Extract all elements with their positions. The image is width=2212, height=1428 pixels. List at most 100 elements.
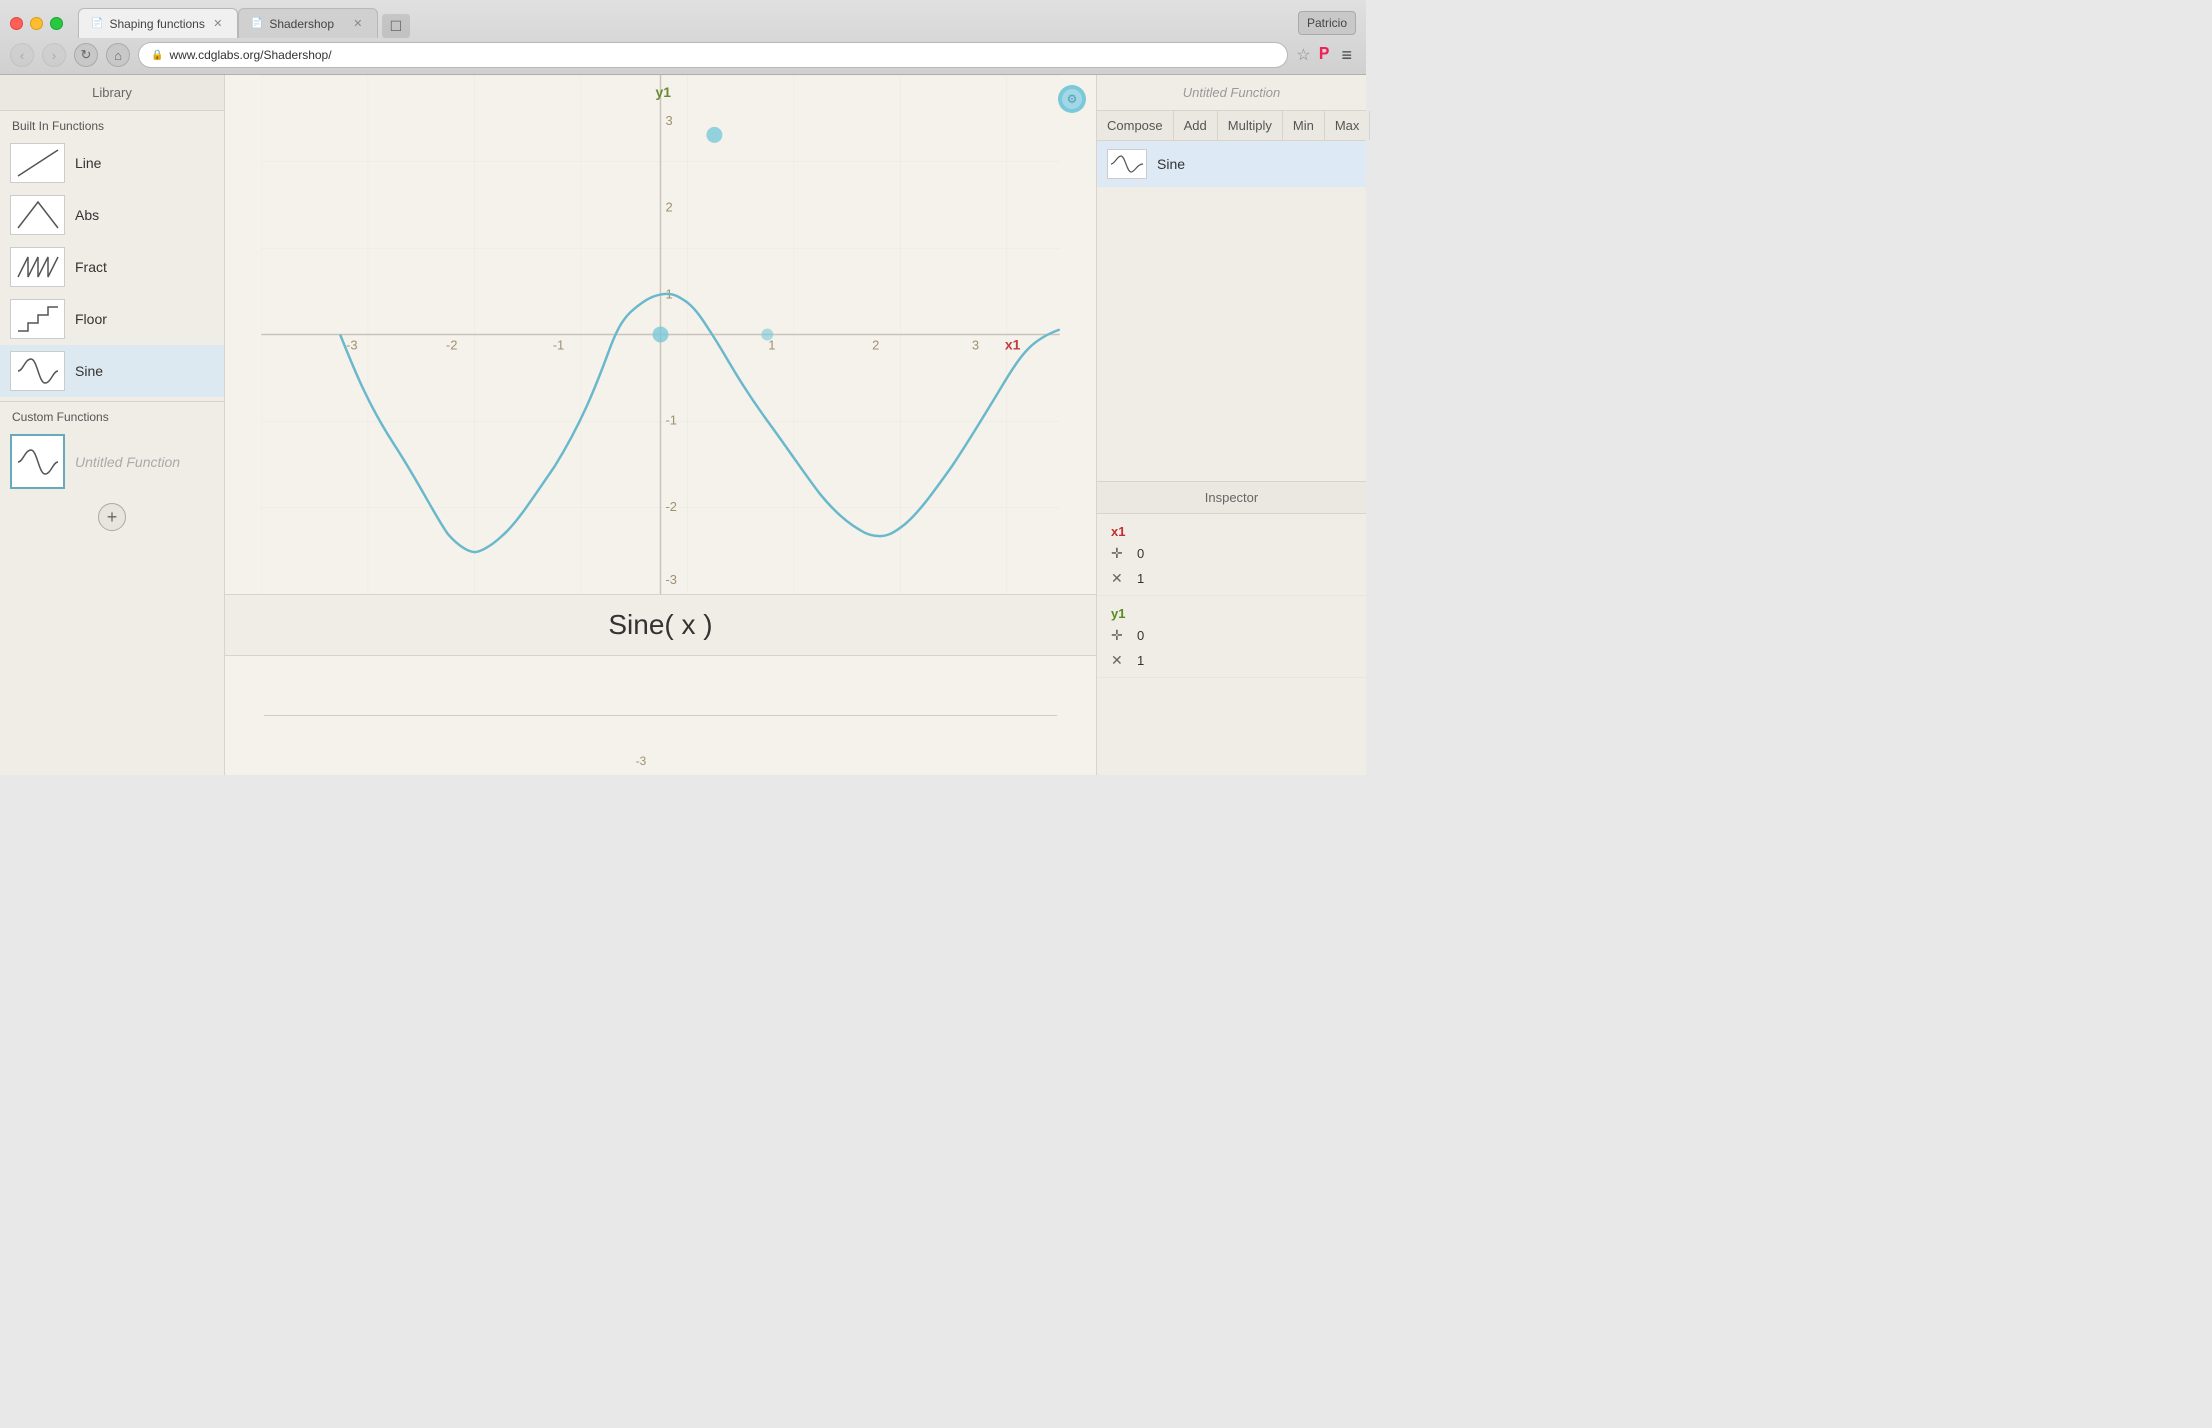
tab-icon-2: 📄 bbox=[251, 18, 263, 29]
graph-container[interactable]: 3 2 1 -1 -2 -3 -3 -2 -1 1 2 3 y1 x1 bbox=[225, 75, 1096, 594]
user-profile[interactable]: Patricio bbox=[1298, 11, 1356, 35]
multiply-tab[interactable]: Multiply bbox=[1218, 111, 1283, 140]
move-icon-y1: ✛ bbox=[1111, 627, 1127, 644]
inspector-x1-offset-row: ✛ 0 bbox=[1097, 541, 1366, 566]
min-tab-label: Min bbox=[1293, 118, 1314, 133]
inspector-y1-scale-row: ✕ 1 bbox=[1097, 648, 1366, 673]
line-label: Line bbox=[75, 155, 101, 171]
inspector-y1-scale: 1 bbox=[1137, 653, 1144, 668]
bottom-panel: -3 bbox=[225, 655, 1096, 775]
right-panel-header: Untitled Function bbox=[1097, 75, 1366, 111]
inspector-header: Inspector bbox=[1097, 482, 1366, 514]
compose-tabs: Compose Add Multiply Min Max bbox=[1097, 111, 1366, 141]
inspector-y1-offset: 0 bbox=[1137, 628, 1144, 643]
inspector-panel: Inspector x1 ✛ 0 ✕ 1 y1 bbox=[1097, 481, 1366, 776]
abs-label: Abs bbox=[75, 207, 99, 223]
bottom-y-neg3: -3 bbox=[636, 754, 647, 768]
inspector-x1-scale-row: ✕ 1 bbox=[1097, 566, 1366, 591]
tab-close-shadershop[interactable]: ✕ bbox=[351, 17, 365, 31]
tab-close-shaping[interactable]: ✕ bbox=[211, 17, 225, 31]
right-panel: Untitled Function Compose Add Multiply M… bbox=[1096, 75, 1366, 775]
address-bar: ‹ › ↻ ⌂ 🔒 www.cdglabs.org/Shadershop/ ☆ … bbox=[0, 38, 1366, 74]
x-label-neg2: -2 bbox=[446, 337, 458, 352]
sidebar-header: Library bbox=[0, 75, 224, 111]
y-label-neg3: -3 bbox=[665, 572, 677, 587]
graph-svg: 3 2 1 -1 -2 -3 -3 -2 -1 1 2 3 y1 x1 bbox=[225, 75, 1096, 594]
tab-shadershop[interactable]: 📄 Shadershop ✕ bbox=[238, 8, 378, 38]
inspector-x1-offset: 0 bbox=[1137, 546, 1144, 561]
browser-tabs: 📄 Shaping functions ✕ 📄 Shadershop ✕ ☐ bbox=[78, 8, 1298, 38]
address-input[interactable]: 🔒 www.cdglabs.org/Shadershop/ bbox=[138, 42, 1288, 68]
sidebar-item-abs[interactable]: Abs bbox=[0, 189, 224, 241]
x-label-neg1: -1 bbox=[553, 337, 565, 352]
minimize-button[interactable] bbox=[30, 17, 43, 30]
reload-button[interactable]: ↻ bbox=[74, 43, 98, 67]
title-bar: 📄 Shaping functions ✕ 📄 Shadershop ✕ ☐ P… bbox=[0, 0, 1366, 38]
close-button[interactable] bbox=[10, 17, 23, 30]
min-tab[interactable]: Min bbox=[1283, 111, 1325, 140]
home-button[interactable]: ⌂ bbox=[106, 43, 130, 67]
bottom-graph-svg: -3 bbox=[225, 656, 1096, 775]
inspector-y1-label: y1 bbox=[1097, 600, 1366, 623]
control-point-peak bbox=[706, 127, 722, 143]
right-panel-sine-item[interactable]: Sine bbox=[1097, 141, 1366, 187]
add-function-button[interactable]: + bbox=[98, 503, 126, 531]
move-icon-x1: ✛ bbox=[1111, 545, 1127, 562]
control-point-origin bbox=[653, 327, 669, 343]
sidebar-item-floor[interactable]: Floor bbox=[0, 293, 224, 345]
sine-thumb bbox=[10, 351, 65, 391]
traffic-lights bbox=[10, 17, 63, 30]
forward-button[interactable]: › bbox=[42, 43, 66, 67]
custom-section-title: Custom Functions bbox=[0, 402, 224, 428]
function-formula: Sine( x ) bbox=[608, 609, 712, 640]
add-tab[interactable]: Add bbox=[1174, 111, 1218, 140]
x-label-3: 3 bbox=[972, 337, 979, 352]
sidebar-item-line[interactable]: Line bbox=[0, 137, 224, 189]
right-panel-sine-thumb bbox=[1107, 149, 1147, 179]
tab-icon: 📄 bbox=[91, 18, 103, 29]
floor-thumb bbox=[10, 299, 65, 339]
menu-icon[interactable]: ≡ bbox=[1337, 45, 1356, 66]
canvas-area: 3 2 1 -1 -2 -3 -3 -2 -1 1 2 3 y1 x1 bbox=[225, 75, 1096, 775]
back-button[interactable]: ‹ bbox=[10, 43, 34, 67]
control-point-one bbox=[761, 329, 773, 341]
max-tab-label: Max bbox=[1335, 118, 1360, 133]
scale-icon-y1: ✕ bbox=[1111, 652, 1127, 669]
compose-tab[interactable]: Compose bbox=[1097, 111, 1174, 140]
address-text: www.cdglabs.org/Shadershop/ bbox=[169, 48, 331, 62]
y-label-neg1: -1 bbox=[665, 412, 677, 427]
tab-shadershop-label: Shadershop bbox=[269, 17, 334, 31]
right-panel-sine-label: Sine bbox=[1157, 156, 1185, 172]
inspector-x1-label: x1 bbox=[1097, 518, 1366, 541]
pocket-icon[interactable]: 𝐏 bbox=[1319, 46, 1330, 64]
maximize-button[interactable] bbox=[50, 17, 63, 30]
app-container: Library Built In Functions Line Abs bbox=[0, 75, 1366, 775]
max-tab[interactable]: Max bbox=[1325, 111, 1371, 140]
untitled-label: Untitled Function bbox=[75, 454, 180, 470]
untitled-thumb bbox=[10, 434, 65, 489]
builtin-section-title: Built In Functions bbox=[0, 111, 224, 137]
bookmark-icon[interactable]: ☆ bbox=[1296, 45, 1310, 65]
x1-label: x1 bbox=[1005, 336, 1021, 352]
y-label-2: 2 bbox=[665, 200, 672, 215]
inspector-x1-section: x1 ✛ 0 ✕ 1 bbox=[1097, 514, 1366, 596]
scale-icon-x1: ✕ bbox=[1111, 570, 1127, 587]
sidebar-item-sine[interactable]: Sine bbox=[0, 345, 224, 397]
custom-function-untitled[interactable]: Untitled Function bbox=[0, 428, 224, 495]
new-tab-button[interactable]: ☐ bbox=[382, 14, 410, 38]
y-label-neg2: -2 bbox=[665, 499, 677, 514]
settings-button[interactable]: ⚙ bbox=[1058, 85, 1086, 113]
tab-shaping-functions[interactable]: 📄 Shaping functions ✕ bbox=[78, 8, 238, 38]
fract-label: Fract bbox=[75, 259, 107, 275]
username: Patricio bbox=[1307, 16, 1347, 30]
line-thumb bbox=[10, 143, 65, 183]
inspector-y1-section: y1 ✛ 0 ✕ 1 bbox=[1097, 596, 1366, 678]
browser-chrome: 📄 Shaping functions ✕ 📄 Shadershop ✕ ☐ P… bbox=[0, 0, 1366, 75]
inspector-y1-offset-row: ✛ 0 bbox=[1097, 623, 1366, 648]
function-name-display: Sine( x ) bbox=[225, 594, 1096, 655]
abs-thumb bbox=[10, 195, 65, 235]
floor-label: Floor bbox=[75, 311, 107, 327]
sine-label: Sine bbox=[75, 363, 103, 379]
lock-icon: 🔒 bbox=[151, 50, 163, 61]
sidebar-item-fract[interactable]: Fract bbox=[0, 241, 224, 293]
